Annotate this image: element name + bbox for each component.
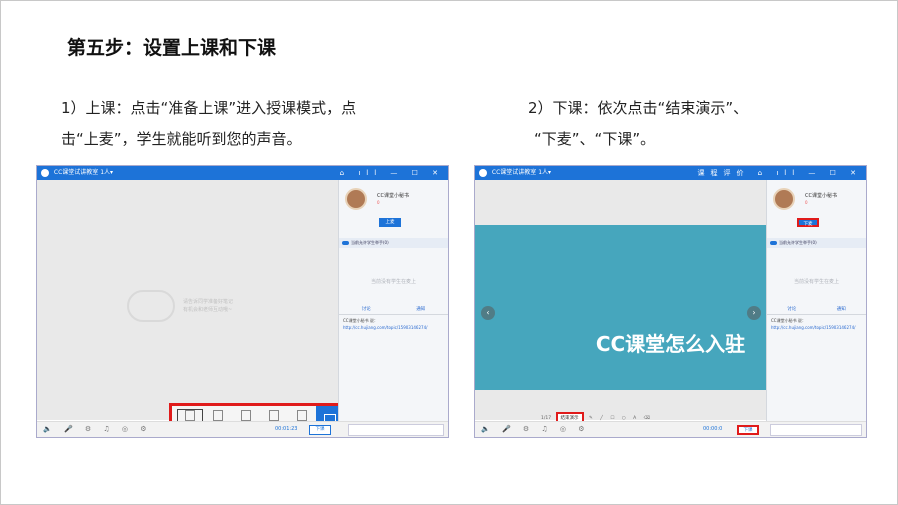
text-line: “下麦”、“下课”。	[534, 130, 656, 148]
teaching-stage: 请告诉同学准备好笔记 有机会和老师互动哦~ 讲义 画板 摄像头 分享文件 大屏	[37, 180, 345, 437]
classroom-screenshot-start: CC课堂试讲教室 1人▾ ⌂ ıll — ☐ ✕ 请告诉同学准备好笔记 有机会和…	[36, 165, 449, 438]
empty-mic-message: 当前没有学生在麦上	[370, 279, 416, 285]
window-titlebar: CC课堂试讲教室 1人▾ ⌂ ıll — ☐ ✕	[37, 166, 448, 180]
mascot-placeholder-icon	[127, 290, 175, 322]
file-icon	[269, 410, 279, 421]
end-class-button[interactable]: 下课	[737, 425, 759, 435]
camera-icon	[241, 410, 251, 421]
bottom-icons[interactable]: 🔈 🎤 ⚙ ♫ ◎ ⚙	[481, 425, 590, 433]
presentation-slide	[475, 225, 767, 390]
bottom-bar: 🔈 🎤 ⚙ ♫ ◎ ⚙ 00:00:0 下课	[475, 421, 866, 437]
window-controls[interactable]: ⌂ ıll — ☐ ✕	[340, 166, 444, 180]
user-name: CC课堂小秘书	[377, 193, 409, 199]
handout-icon	[185, 410, 195, 421]
whiteboard-icon	[213, 410, 223, 421]
bottom-icons[interactable]: 🔈 🎤 ⚙ ♫ ◎ ⚙	[43, 425, 152, 433]
tab-discussion[interactable]: 讨论	[362, 306, 371, 314]
text-line: 击“上麦”，学生就能听到您的声音。	[61, 130, 302, 148]
classroom-screenshot-end: CC课堂试讲教室 1人▾ 课程评价 ⌂ ıll — ☐ ✕ ‹ › 1/17 结…	[474, 165, 867, 438]
tab-notice[interactable]: 通知	[837, 306, 846, 314]
window-title: CC课堂试讲教室 1人▾	[53, 169, 114, 176]
side-panel: CC课堂小秘书 0 下麦 当前允许学生举手(0) 当前没有学生在麦上 讨论 通知…	[766, 180, 866, 421]
window-controls[interactable]: 课程评价 ⌂ ıll — ☐ ✕	[697, 166, 862, 180]
text-line: 1）上课：点击“准备上课”进入授课模式，点	[61, 99, 357, 117]
window-title: CC课堂试讲教室 1人▾	[491, 169, 552, 176]
placeholder-line: 有机会和老师互动哦~	[183, 307, 233, 313]
mic-off-button[interactable]: 下麦	[797, 218, 819, 227]
teaching-stage: ‹ › 1/17 结束演示 ✎ ╱ ☐ ○ A ⌫	[475, 180, 767, 424]
hand-raise-toggle[interactable]: 当前允许学生举手(0)	[339, 238, 448, 248]
prev-slide-icon[interactable]: ‹	[481, 306, 495, 320]
user-count: 0	[805, 200, 808, 205]
side-tabs: 讨论 通知	[767, 306, 866, 315]
window-titlebar: CC课堂试讲教室 1人▾ 课程评价 ⌂ ıll — ☐ ✕	[475, 166, 866, 180]
chat-sender: CC课堂小秘书 说：	[343, 318, 378, 323]
placeholder-message: 请告诉同学准备好笔记 有机会和老师互动哦~	[183, 298, 273, 314]
chat-input[interactable]	[348, 424, 444, 436]
chat-link[interactable]: http://cc.hujiang.com/topic/15903146274/	[771, 325, 862, 331]
step-on-class-text: 1）上课：点击“准备上课”进入授课模式，点 击“上麦”，学生就能听到您的声音。	[61, 93, 441, 155]
placeholder-line: 请告诉同学准备好笔记	[183, 299, 234, 305]
class-timer: 00:01:23	[275, 426, 298, 432]
app-logo-icon	[41, 168, 49, 177]
user-name: CC课堂小秘书	[805, 193, 837, 199]
class-timer: 00:00:0	[703, 426, 723, 432]
slide: 第五步：设置上课和下课 1）上课：点击“准备上课”进入授课模式，点 击“上麦”，…	[0, 0, 898, 505]
end-class-button[interactable]: 下课	[309, 425, 331, 435]
text-line: 2）下课：依次点击“结束演示”、	[528, 99, 749, 117]
page-title: 第五步：设置上课和下课	[67, 37, 277, 59]
side-tabs: 讨论 通知	[339, 306, 448, 315]
chat-link[interactable]: http://cc.hujiang.com/topic/15903146274/	[343, 325, 444, 331]
side-panel: CC课堂小秘书 0 上麦 当前允许学生举手(0) 当前没有学生在麦上 讨论 通知…	[338, 180, 448, 421]
mic-on-button[interactable]: 上麦	[379, 218, 401, 227]
bottom-bar: 🔈 🎤 ⚙ ♫ ◎ ⚙ 00:01:23 下课	[37, 421, 448, 437]
user-count: 0	[377, 200, 380, 205]
avatar	[345, 188, 367, 210]
app-logo-icon	[479, 168, 487, 177]
chat-sender: CC课堂小秘书 说：	[771, 318, 806, 323]
speaker-icon	[297, 410, 307, 421]
hand-raise-toggle[interactable]: 当前允许学生举手(0)	[767, 238, 866, 248]
avatar	[773, 188, 795, 210]
next-slide-icon[interactable]: ›	[747, 306, 761, 320]
step-off-class-text: 2）下课：依次点击“结束演示”、 “下麦”、“下课”。	[528, 93, 858, 155]
empty-mic-message: 当前没有学生在麦上	[793, 279, 839, 285]
tab-notice[interactable]: 通知	[416, 306, 425, 314]
tab-discussion[interactable]: 讨论	[787, 306, 796, 314]
chat-input[interactable]	[770, 424, 862, 436]
